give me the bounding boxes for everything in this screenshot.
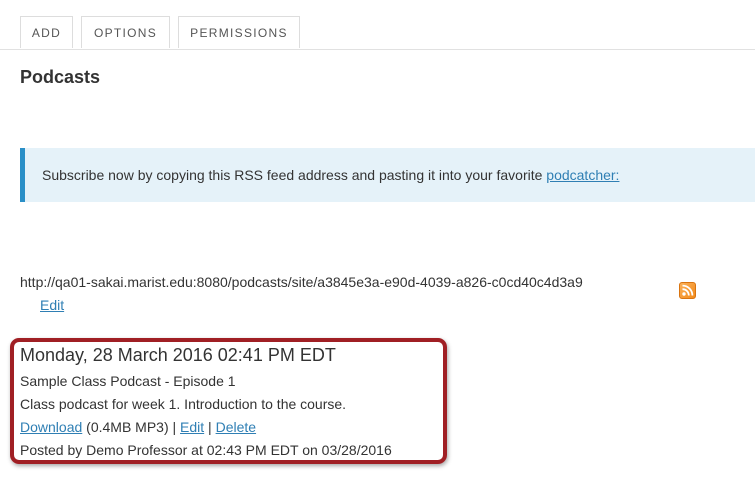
feed-edit-container: Edit [40, 297, 64, 313]
podcatcher-link[interactable]: podcatcher: [546, 167, 619, 183]
rss-icon[interactable] [679, 282, 696, 299]
podcast-delete-link[interactable]: Delete [216, 419, 256, 435]
tab-add[interactable]: ADD [20, 16, 73, 48]
tab-permissions[interactable]: PERMISSIONS [178, 16, 300, 48]
page-title: Podcasts [20, 67, 101, 87]
podcast-description: Class podcast for week 1. Introduction t… [20, 396, 347, 412]
podcasts-page: ADD OPTIONS PERMISSIONS Podcasts Subscri… [0, 0, 755, 493]
tool-menu: ADD OPTIONS PERMISSIONS [0, 0, 755, 50]
podcast-actions: Download (0.4MB MP3) | Edit | Delete [20, 416, 392, 439]
download-link[interactable]: Download [20, 419, 82, 435]
podcast-edit-link[interactable]: Edit [180, 419, 204, 435]
file-info: (0.4MB MP3) | [82, 419, 181, 435]
podcast-entry: Monday, 28 March 2016 02:41 PM EDT Sampl… [20, 343, 392, 462]
podcast-date: Monday, 28 March 2016 02:41 PM EDT [20, 345, 336, 365]
posted-by: Posted by Demo Professor at 02:43 PM EDT… [20, 442, 392, 458]
podcast-title: Sample Class Podcast - Episode 1 [20, 373, 236, 389]
action-separator: | [204, 419, 216, 435]
tab-options[interactable]: OPTIONS [81, 16, 170, 48]
feed-edit-link[interactable]: Edit [40, 297, 64, 313]
subscribe-info-box: Subscribe now by copying this RSS feed a… [20, 148, 755, 202]
rss-feed-url: http://qa01-sakai.marist.edu:8080/podcas… [20, 274, 583, 290]
subscribe-info-text: Subscribe now by copying this RSS feed a… [42, 167, 547, 183]
